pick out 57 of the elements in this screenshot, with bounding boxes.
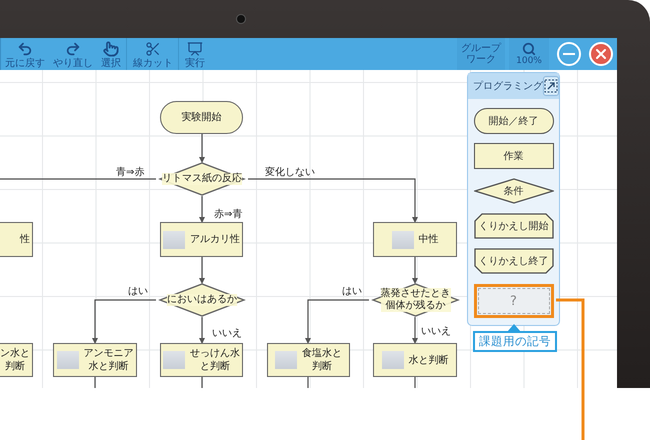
process-node: アルカリ性 [160, 222, 243, 257]
undo-button[interactable]: 元に戻す [2, 38, 48, 70]
process-node: 水と判断 [373, 343, 457, 377]
minimize-button[interactable] [557, 42, 581, 66]
branch-label: いいえ [212, 327, 242, 340]
connector-line [412, 257, 418, 284]
expand-icon [544, 79, 558, 93]
scissors-icon [145, 41, 161, 57]
symbol-slot[interactable]: ? [478, 288, 550, 314]
process-node: アンモニア 水と判断 [53, 343, 137, 377]
zoom-button[interactable]: 100% [509, 38, 549, 70]
redo-button[interactable]: やり直し [50, 38, 96, 70]
camera-lens [236, 14, 246, 24]
decision-node: においはあるか [156, 283, 248, 317]
process-symbol[interactable]: 作業 [474, 143, 554, 169]
connector-line [199, 257, 205, 284]
hand-pointer-icon [103, 41, 119, 57]
terminal-symbol[interactable]: 開始／終了 [474, 108, 554, 134]
connector-line [92, 299, 156, 344]
connector-line [307, 377, 309, 388]
branch-label: はい [128, 285, 148, 298]
close-icon [593, 46, 609, 62]
presentation-icon [187, 41, 203, 57]
connector-line [414, 377, 416, 388]
connector-line [305, 299, 369, 344]
decision-node: リトマス紙の反応 [156, 162, 248, 196]
close-button[interactable] [589, 42, 613, 66]
process-node: 性 [0, 222, 33, 257]
connector-line [199, 134, 205, 163]
expand-button[interactable] [543, 76, 559, 96]
connector-line [94, 377, 96, 388]
process-node: ン水と 判断 [0, 343, 33, 377]
loop-start-symbol[interactable]: くりかえし開始 [474, 213, 554, 239]
connector-line [201, 377, 203, 388]
branch-label: 赤⇒青 [214, 208, 242, 221]
undo-icon [17, 41, 33, 57]
connector-line [199, 196, 205, 223]
select-button[interactable]: 選択 [98, 38, 124, 70]
branch-label: いいえ [421, 325, 451, 338]
group-work-button[interactable]: グループ ワーク [457, 38, 505, 70]
connector-line [412, 317, 418, 344]
decision-node: 蒸発させたとき 個体が残るか [369, 283, 462, 317]
process-node: せっけん水 と判断 [160, 343, 243, 377]
process-node: 中性 [373, 222, 457, 257]
connector-line [199, 317, 205, 344]
branch-label: 青⇒赤 [116, 166, 144, 179]
redo-icon [65, 41, 81, 57]
palette-title: プログラミング [473, 80, 543, 93]
terminal-node: 実験開始 [160, 101, 243, 134]
minus-icon [563, 53, 575, 55]
branch-label: 変化しない [265, 166, 315, 179]
callout-label: 課題用の記号 [473, 331, 557, 352]
process-node: 食塩水と 判断 [267, 343, 350, 377]
loop-end-symbol[interactable]: くりかえし終了 [474, 248, 554, 274]
search-icon [522, 42, 536, 56]
decision-symbol[interactable]: 条件 [474, 178, 554, 204]
branch-label: はい [342, 285, 362, 298]
